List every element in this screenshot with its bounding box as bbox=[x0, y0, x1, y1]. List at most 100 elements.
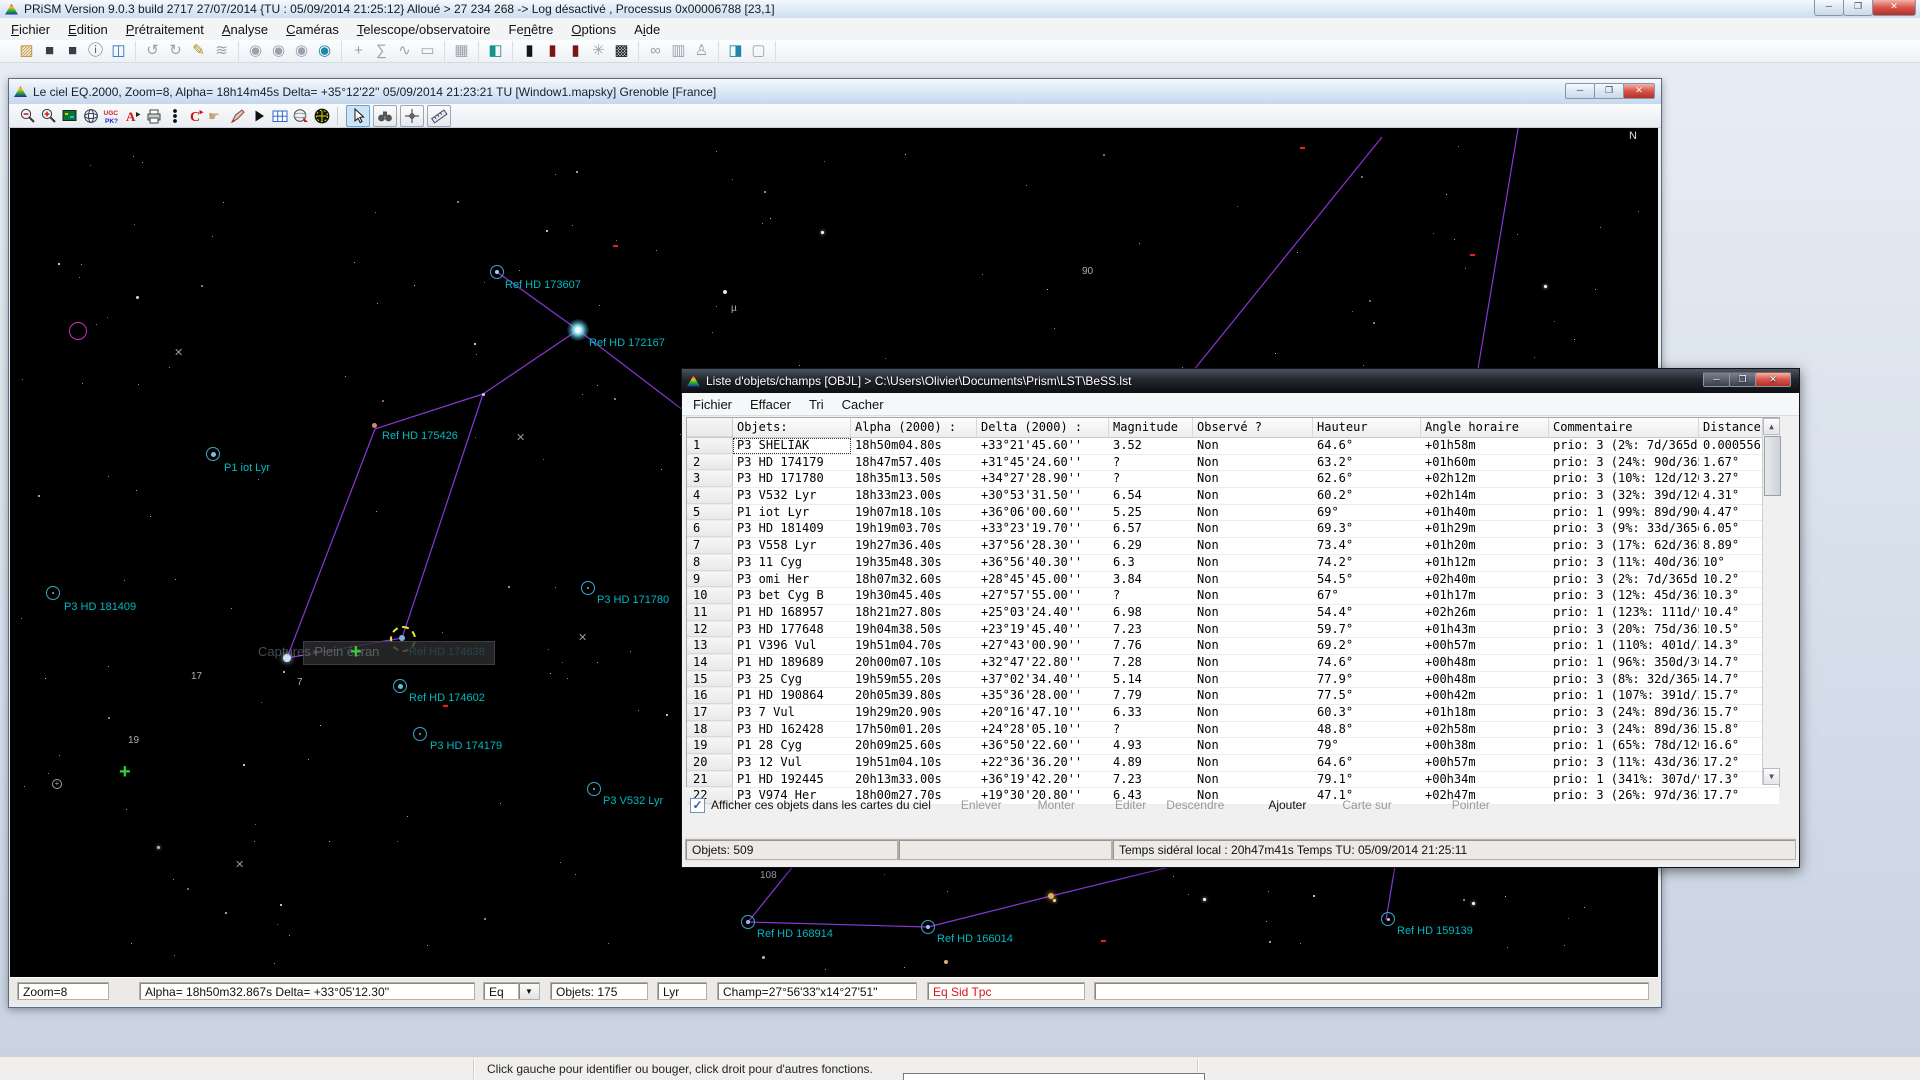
cell[interactable]: P3 V558 Lyr bbox=[733, 538, 851, 554]
object-ring-marker[interactable] bbox=[1381, 912, 1395, 926]
menu-options[interactable]: Options bbox=[564, 20, 623, 39]
cell[interactable]: +01h58m bbox=[1421, 438, 1549, 454]
table-row[interactable]: 21P1 HD 19244520h13m33.00s+36°19'42.20''… bbox=[687, 772, 1779, 789]
cell[interactable]: +02h58m bbox=[1421, 722, 1549, 738]
cell[interactable]: Non bbox=[1193, 438, 1313, 454]
select-cursor-icon[interactable] bbox=[346, 105, 370, 127]
cell[interactable]: prio: 3 (17%: 62d/365 bbox=[1549, 538, 1699, 554]
cell[interactable]: 18h35m13.50s bbox=[851, 471, 977, 487]
cell[interactable]: +32°47'22.80'' bbox=[977, 655, 1109, 671]
info-icon[interactable]: ⓘ bbox=[84, 41, 107, 61]
cell[interactable]: 62.6° bbox=[1313, 471, 1421, 487]
scroll-up-icon[interactable]: ▲ bbox=[1763, 418, 1780, 435]
filter-dark-icon[interactable]: ▮ bbox=[518, 41, 541, 61]
cell[interactable]: Non bbox=[1193, 555, 1313, 571]
starfield-icon[interactable]: ▩ bbox=[610, 41, 633, 61]
cell[interactable]: 69.2° bbox=[1313, 638, 1421, 654]
cell[interactable]: Non bbox=[1193, 455, 1313, 471]
cell[interactable]: P3 HD 162428 bbox=[733, 722, 851, 738]
cell[interactable]: 54.5° bbox=[1313, 572, 1421, 588]
cell[interactable]: ? bbox=[1109, 455, 1193, 471]
cell[interactable]: prio: 1 (99%: 89d/90d bbox=[1549, 505, 1699, 521]
cell[interactable]: 20h13m33.00s bbox=[851, 772, 977, 788]
cell[interactable]: P3 HD 181409 bbox=[733, 521, 851, 537]
scroll-thumb[interactable] bbox=[1764, 436, 1781, 496]
cell[interactable]: prio: 3 (12%: 45d/365 bbox=[1549, 588, 1699, 604]
menu-prtraitement[interactable]: Prétraitement bbox=[119, 20, 211, 39]
observatory-icon[interactable]: ◉ bbox=[313, 41, 336, 61]
cell[interactable]: 77.9° bbox=[1313, 672, 1421, 688]
cell[interactable]: Non bbox=[1193, 488, 1313, 504]
object-ring-marker[interactable] bbox=[206, 447, 220, 461]
table-row[interactable]: 11P1 HD 16895718h21m27.80s+25°03'24.40''… bbox=[687, 605, 1779, 622]
cell[interactable]: +36°19'42.20'' bbox=[977, 772, 1109, 788]
cell[interactable]: +33°21'45.60'' bbox=[977, 438, 1109, 454]
dark-frame-icon[interactable]: ■ bbox=[38, 41, 61, 61]
object-ring-marker[interactable] bbox=[490, 265, 504, 279]
image-window-icon[interactable]: ◫ bbox=[107, 41, 130, 61]
cell[interactable]: P3 25 Cyg bbox=[733, 672, 851, 688]
cell[interactable]: +37°02'34.40'' bbox=[977, 672, 1109, 688]
find-object-icon[interactable] bbox=[290, 106, 311, 126]
cell[interactable]: 3.52 bbox=[1109, 438, 1193, 454]
cell[interactable]: +01h18m bbox=[1421, 705, 1549, 721]
cell[interactable]: 4.93 bbox=[1109, 738, 1193, 754]
sky-object-label[interactable]: Ref HD 166014 bbox=[937, 933, 1013, 945]
menu-analyse[interactable]: Analyse bbox=[215, 20, 275, 39]
sky-minimize-button[interactable]: ─ bbox=[1565, 83, 1595, 99]
cell[interactable]: prio: 3 (24%: 89d/365 bbox=[1549, 705, 1699, 721]
cell[interactable]: Non bbox=[1193, 588, 1313, 604]
cell[interactable]: P3 bet Cyg B bbox=[733, 588, 851, 604]
cell[interactable]: +02h40m bbox=[1421, 572, 1549, 588]
link-icon[interactable]: ◨ bbox=[724, 41, 747, 61]
sky-object-label[interactable]: P3 HD 181409 bbox=[64, 601, 136, 613]
cell[interactable]: Non bbox=[1193, 738, 1313, 754]
cell[interactable]: 18h21m27.80s bbox=[851, 605, 977, 621]
cell[interactable]: prio: 3 (2%: 7d/365d) bbox=[1549, 572, 1699, 588]
cell[interactable]: 67° bbox=[1313, 588, 1421, 604]
list-maximize-button[interactable]: ❐ bbox=[1729, 372, 1756, 387]
cell[interactable]: 74.2° bbox=[1313, 555, 1421, 571]
table-row[interactable]: 3P3 HD 17178018h35m13.50s+34°27'28.90''?… bbox=[687, 471, 1779, 488]
cell[interactable]: P1 V396 Vul bbox=[733, 638, 851, 654]
cell[interactable]: +01h40m bbox=[1421, 505, 1549, 521]
cell[interactable]: P1 HD 190864 bbox=[733, 688, 851, 704]
cell[interactable]: +20°16'47.10'' bbox=[977, 705, 1109, 721]
table-row[interactable]: 9P3 omi Her18h07m32.60s+28°45'45.00''3.8… bbox=[687, 572, 1779, 589]
menu-aide[interactable]: Aide bbox=[627, 20, 667, 39]
cell[interactable]: +02h14m bbox=[1421, 488, 1549, 504]
cell[interactable]: ? bbox=[1109, 471, 1193, 487]
cell[interactable]: +00h34m bbox=[1421, 772, 1549, 788]
print-icon[interactable] bbox=[143, 106, 164, 126]
cell[interactable]: 19h07m18.10s bbox=[851, 505, 977, 521]
table-row[interactable]: 8P3 11 Cyg19h35m48.30s+36°56'40.30''6.3N… bbox=[687, 555, 1779, 572]
cell[interactable]: +28°45'45.00'' bbox=[977, 572, 1109, 588]
scroll-down-icon[interactable]: ▼ bbox=[1763, 768, 1780, 785]
cell[interactable]: 5.14 bbox=[1109, 672, 1193, 688]
sky-object-label[interactable]: Ref HD 159139 bbox=[1397, 925, 1473, 937]
cell[interactable]: +00h57m bbox=[1421, 755, 1549, 771]
frame-select[interactable]: Eq bbox=[483, 982, 519, 1000]
globe-grid-icon[interactable] bbox=[80, 106, 101, 126]
table-row[interactable]: 7P3 V558 Lyr19h27m36.40s+37°56'28.30''6.… bbox=[687, 538, 1779, 555]
cell[interactable]: +36°56'40.30'' bbox=[977, 555, 1109, 571]
sky-object-label[interactable]: Ref HD 168914 bbox=[757, 928, 833, 940]
cell[interactable]: +00h48m bbox=[1421, 672, 1549, 688]
sky-object-label[interactable]: Ref HD 173607 bbox=[505, 279, 581, 291]
editer-button[interactable]: Editer bbox=[1115, 798, 1146, 812]
cell[interactable]: prio: 3 (11%: 43d/365 bbox=[1549, 755, 1699, 771]
cell[interactable]: 69.3° bbox=[1313, 521, 1421, 537]
cell[interactable]: Non bbox=[1193, 538, 1313, 554]
table-header-anglehoraire[interactable]: Angle horaire bbox=[1421, 418, 1549, 437]
cell[interactable]: +34°27'28.90'' bbox=[977, 471, 1109, 487]
cell[interactable]: P1 HD 168957 bbox=[733, 605, 851, 621]
cell[interactable]: 6.57 bbox=[1109, 521, 1193, 537]
cell[interactable]: 4.89 bbox=[1109, 755, 1193, 771]
cell[interactable]: +01h12m bbox=[1421, 555, 1549, 571]
pointer-hand-icon[interactable]: ☛ bbox=[206, 106, 227, 126]
cell[interactable]: P3 HD 177648 bbox=[733, 622, 851, 638]
cell[interactable]: Non bbox=[1193, 772, 1313, 788]
table-row[interactable]: 12P3 HD 17764819h04m38.50s+23°19'45.40''… bbox=[687, 622, 1779, 639]
carte-sur-button[interactable]: Carte sur bbox=[1342, 798, 1391, 812]
descendre-button[interactable]: Descendre bbox=[1166, 798, 1224, 812]
